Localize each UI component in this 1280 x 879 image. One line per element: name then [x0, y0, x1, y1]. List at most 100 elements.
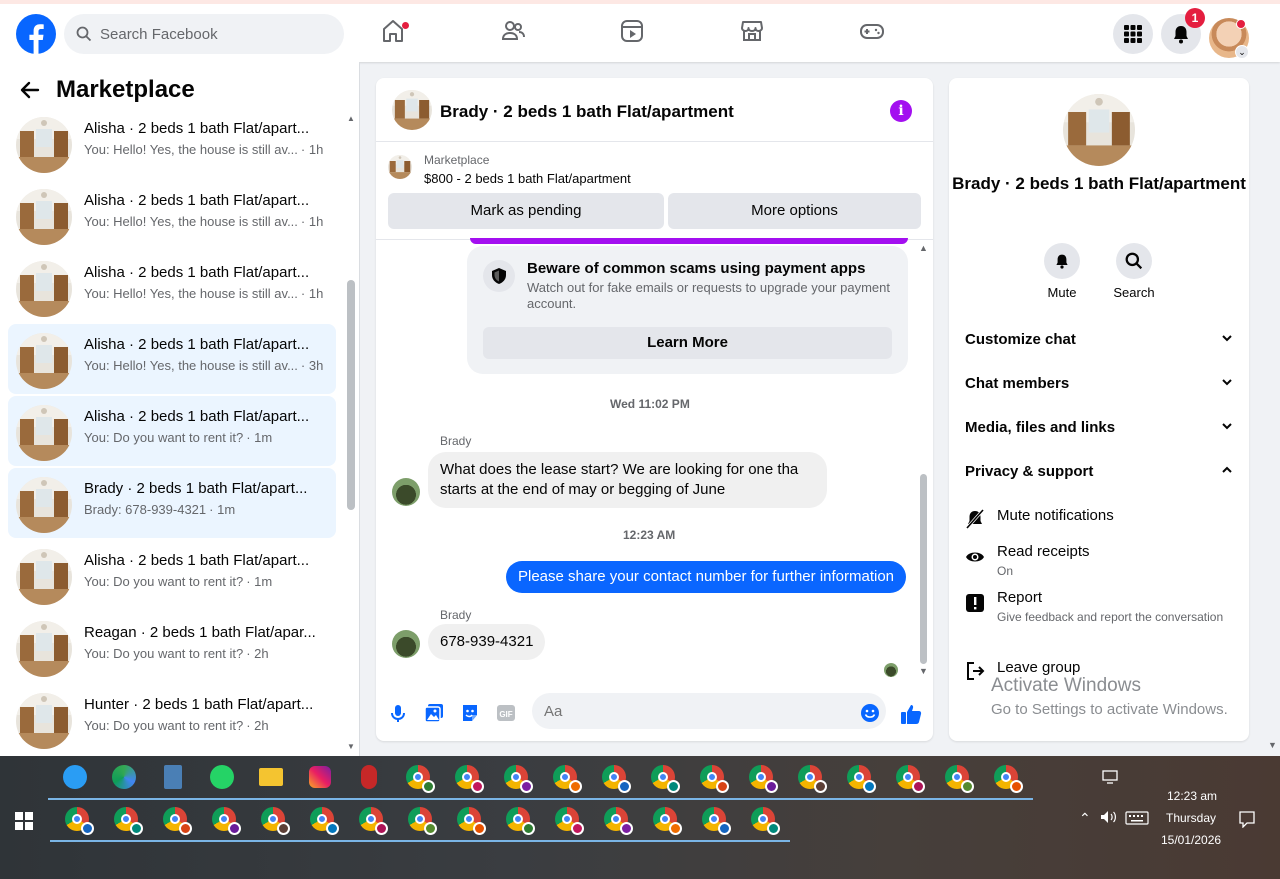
nav-home[interactable] — [369, 18, 417, 58]
chrome-profile-icon[interactable] — [454, 804, 486, 835]
pinned-app-icon[interactable] — [354, 762, 384, 792]
chrome-profile-icon[interactable] — [356, 804, 388, 835]
keyboard-icon[interactable] — [1125, 811, 1149, 825]
chat-members-row[interactable]: Chat members — [965, 364, 1235, 404]
like-icon[interactable] — [900, 703, 922, 725]
read-receipts-item[interactable]: Read receipts On — [965, 543, 1235, 583]
chrome-profile-icon[interactable] — [697, 762, 729, 793]
search-in-chat-button[interactable]: Search — [1104, 243, 1164, 300]
windows-start-icon[interactable] — [15, 812, 33, 830]
more-options-button[interactable]: More options — [668, 193, 921, 229]
outgoing-message[interactable]: Please share your contact number for fur… — [506, 561, 907, 593]
customize-chat-row[interactable]: Customize chat — [965, 320, 1235, 360]
clock-date[interactable]: 15/01/2026 — [1161, 833, 1221, 847]
nav-gaming[interactable] — [848, 18, 896, 58]
clock-day[interactable]: Thursday — [1166, 811, 1216, 825]
calculator-icon[interactable] — [158, 762, 188, 792]
chat-scrollbar[interactable] — [920, 474, 927, 664]
scroll-up-arrow-icon[interactable]: ▲ — [919, 243, 928, 253]
chrome-profile-icon[interactable] — [111, 804, 143, 835]
search-bar[interactable] — [64, 14, 344, 54]
speaker-icon[interactable] — [1100, 810, 1118, 824]
photo-icon[interactable] — [424, 703, 444, 723]
conversation-item[interactable]: Alisha · 2 beds 1 bath Flat/apart... You:… — [8, 396, 336, 466]
report-item[interactable]: Report Give feedback and report the conv… — [965, 589, 1235, 639]
conversation-item[interactable]: Alisha · 2 beds 1 bath Flat/apart... You:… — [8, 180, 336, 250]
listing-thumbnail[interactable] — [392, 90, 432, 130]
chrome-profile-icon[interactable] — [501, 762, 533, 793]
sender-avatar[interactable] — [392, 478, 420, 506]
chrome-profile-icon[interactable] — [403, 762, 435, 793]
emoji-icon[interactable] — [860, 703, 880, 723]
clock-time[interactable]: 12:23 am — [1167, 789, 1217, 803]
microphone-icon[interactable] — [388, 703, 408, 723]
chevron-down-icon[interactable]: ⌄ — [1235, 45, 1249, 59]
show-hidden-icons-chevron-icon[interactable]: ⌃ — [1079, 810, 1091, 827]
message-input[interactable] — [532, 693, 886, 729]
chrome-profile-icon[interactable] — [552, 804, 584, 835]
mute-button[interactable]: Mute — [1032, 243, 1092, 300]
edge-browser-icon[interactable] — [109, 762, 139, 792]
nav-friends[interactable] — [489, 18, 537, 58]
sender-avatar[interactable] — [392, 630, 420, 658]
chrome-profile-icon[interactable] — [405, 804, 437, 835]
back-arrow-icon[interactable] — [20, 80, 40, 100]
file-explorer-icon[interactable] — [256, 762, 286, 792]
listing-avatar[interactable] — [1063, 94, 1135, 166]
conversation-item[interactable]: Alisha · 2 beds 1 bath Flat/apart... You:… — [8, 108, 336, 178]
incoming-message[interactable]: What does the lease start? We are lookin… — [428, 452, 827, 508]
chrome-profile-icon[interactable] — [599, 762, 631, 793]
privacy-support-row[interactable]: Privacy & support — [965, 452, 1235, 492]
nav-marketplace[interactable] — [728, 18, 776, 58]
learn-more-button[interactable]: Learn More — [483, 327, 892, 359]
network-monitor-icon[interactable] — [1102, 770, 1118, 784]
page-scroll-down-arrow-icon[interactable]: ▼ — [1268, 740, 1277, 750]
conversation-item[interactable]: Hunter · 2 beds 1 bath Flat/apart... You:… — [8, 684, 336, 754]
conversation-item[interactable]: Alisha · 2 beds 1 bath Flat/apart... You:… — [8, 324, 336, 394]
chrome-profile-icon[interactable] — [748, 804, 780, 835]
chrome-profile-icon[interactable] — [650, 804, 682, 835]
instagram-icon[interactable] — [305, 762, 335, 792]
scroll-down-arrow-icon[interactable]: ▼ — [347, 742, 355, 751]
chrome-profile-icon[interactable] — [893, 762, 925, 793]
sticker-icon[interactable] — [460, 703, 480, 723]
conversation-item[interactable]: Alisha · 2 beds 1 bath Flat/apart... You:… — [8, 540, 336, 610]
chrome-profile-icon[interactable] — [160, 804, 192, 835]
conversation-item[interactable]: Alisha · 2 beds 1 bath Flat/apart... You:… — [8, 252, 336, 322]
chrome-profile-icon[interactable] — [307, 804, 339, 835]
incoming-message[interactable]: 678-939-4321 — [428, 624, 546, 660]
chrome-profile-icon[interactable] — [503, 804, 535, 835]
scroll-down-arrow-icon[interactable]: ▼ — [919, 666, 928, 676]
conversation-item[interactable]: Brady · 2 beds 1 bath Flat/apart... Brady… — [8, 468, 336, 538]
chrome-profile-icon[interactable] — [452, 762, 484, 793]
copilot-app-icon[interactable] — [60, 762, 90, 792]
gif-icon[interactable]: GIF — [496, 703, 516, 723]
conversation-item[interactable]: Reagan · 2 beds 1 bath Flat/apar... You: … — [8, 612, 336, 682]
info-icon[interactable]: i — [890, 100, 912, 122]
scroll-up-arrow-icon[interactable]: ▲ — [347, 114, 355, 123]
media-files-links-row[interactable]: Media, files and links — [965, 408, 1235, 448]
chat-title[interactable]: Brady · 2 beds 1 bath Flat/apartment — [440, 102, 734, 122]
menu-button[interactable] — [1113, 14, 1153, 54]
mark-as-pending-button[interactable]: Mark as pending — [388, 193, 664, 229]
chrome-profile-icon[interactable] — [209, 804, 241, 835]
chrome-profile-icon[interactable] — [258, 804, 290, 835]
chrome-profile-icon[interactable] — [746, 762, 778, 793]
chrome-profile-icon[interactable] — [550, 762, 582, 793]
chrome-profile-icon[interactable] — [844, 762, 876, 793]
whatsapp-icon[interactable] — [207, 762, 237, 792]
chrome-profile-icon[interactable] — [991, 762, 1023, 793]
chrome-profile-icon[interactable] — [795, 762, 827, 793]
nav-video[interactable] — [608, 18, 656, 58]
chrome-profile-icon[interactable] — [699, 804, 731, 835]
chrome-profile-icon[interactable] — [942, 762, 974, 793]
notification-center-icon[interactable] — [1238, 810, 1256, 828]
conversation-list-scrollbar[interactable] — [347, 280, 355, 510]
facebook-logo-icon[interactable] — [16, 14, 56, 54]
chrome-profile-icon[interactable] — [648, 762, 680, 793]
chrome-profile-icon[interactable] — [601, 804, 633, 835]
search-input[interactable] — [100, 22, 330, 46]
chrome-profile-icon[interactable] — [62, 804, 94, 835]
listing-price-title[interactable]: $800 - 2 beds 1 bath Flat/apartment — [424, 171, 631, 186]
mute-notifications-item[interactable]: Mute notifications — [965, 507, 1235, 531]
